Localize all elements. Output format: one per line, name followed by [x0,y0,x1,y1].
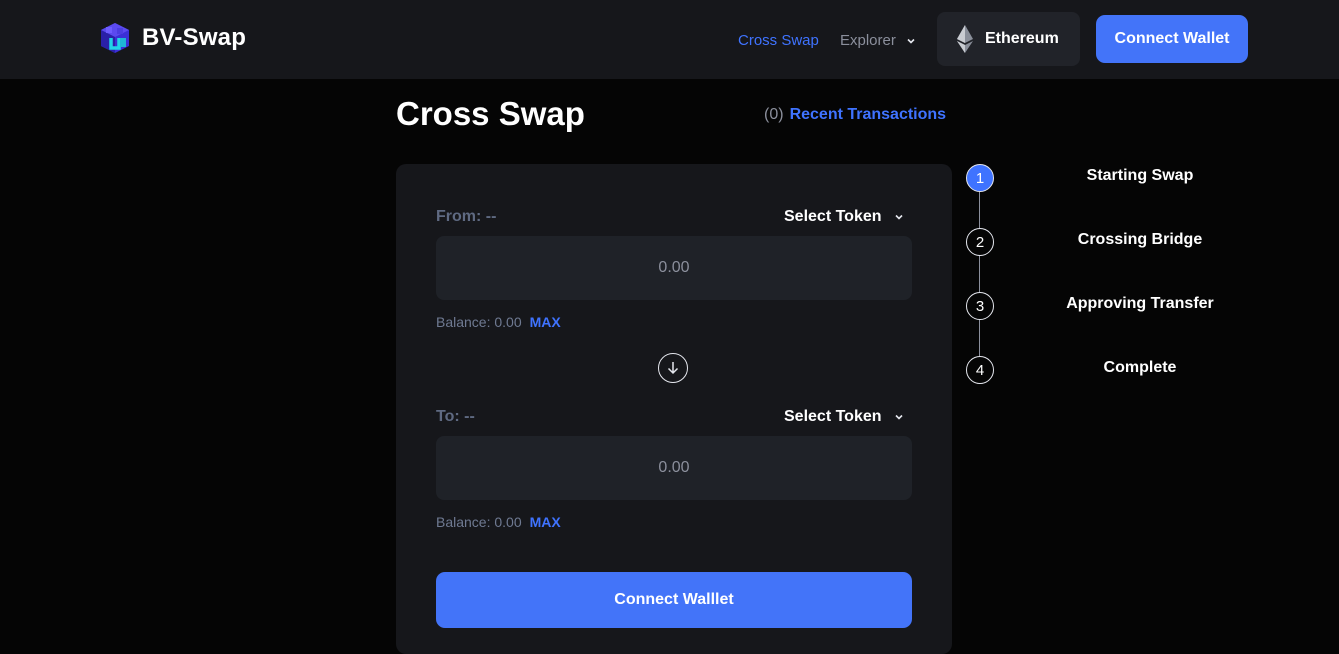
step-label: Starting Swap [1086,167,1194,184]
arrow-down-icon [667,362,679,375]
recent-transactions-count: (0) [764,106,784,123]
to-select-token-label: Select Token [784,408,882,425]
nav-explorer-dropdown[interactable]: Explorer [840,32,916,49]
from-balance: Balance: 0.00 MAX [436,314,561,330]
chevron-down-icon [907,38,915,44]
step-label: Approving Transfer [1066,295,1214,312]
cube-logo-icon [101,23,129,53]
progress-steps: 1 Starting Swap 2 Crossing Bridge 3 Appr… [966,164,1266,384]
to-balance-text: Balance: 0.00 [436,514,522,530]
to-select-token-button[interactable]: Select Token [784,408,904,426]
from-select-token-button[interactable]: Select Token [784,208,904,226]
top-navbar: BV-Swap Cross Swap Explorer Ethereum Con… [0,0,1339,79]
nav-explorer-label: Explorer [840,32,896,49]
page-title: Cross Swap [396,95,585,132]
step-1: 1 Starting Swap [966,164,1266,192]
from-label: From: -- [436,208,497,225]
network-selector-button[interactable]: Ethereum [937,12,1080,66]
to-balance: Balance: 0.00 MAX [436,514,561,530]
step-4: 4 Complete [966,356,1266,384]
step-3: 3 Approving Transfer [966,292,1266,320]
steps-connector-line [979,192,980,370]
swap-direction-button[interactable] [658,353,688,383]
recent-transactions-link[interactable]: Recent Transactions [790,106,947,124]
brand-logo[interactable]: BV-Swap [98,21,246,55]
from-amount-input[interactable]: 0.00 [436,236,912,300]
to-amount-input[interactable]: 0.00 [436,436,912,500]
chevron-down-icon [894,214,903,220]
to-max-button[interactable]: MAX [530,514,561,530]
step-label: Crossing Bridge [1077,231,1203,248]
step-number: 1 [966,164,994,192]
nav-cross-swap-link[interactable]: Cross Swap [738,32,819,49]
to-label: To: -- [436,408,475,425]
network-label: Ethereum [985,30,1059,47]
recent-transactions: (0) Recent Transactions [764,106,946,124]
connect-wallet-button[interactable]: Connect Wallet [1096,15,1248,63]
ethereum-icon [957,25,973,53]
step-label: Complete [1103,359,1177,376]
connect-wallet-main-button[interactable]: Connect Walllet [436,572,912,628]
step-2: 2 Crossing Bridge [966,228,1266,256]
from-balance-text: Balance: 0.00 [436,314,522,330]
from-max-button[interactable]: MAX [530,314,561,330]
step-number: 3 [966,292,994,320]
swap-card: From: -- Select Token 0.00 Balance: 0.00… [396,164,952,654]
from-select-token-label: Select Token [784,208,882,225]
brand-name: BV-Swap [142,24,247,51]
chevron-down-icon [894,414,903,420]
step-number: 2 [966,228,994,256]
step-number: 4 [966,356,994,384]
